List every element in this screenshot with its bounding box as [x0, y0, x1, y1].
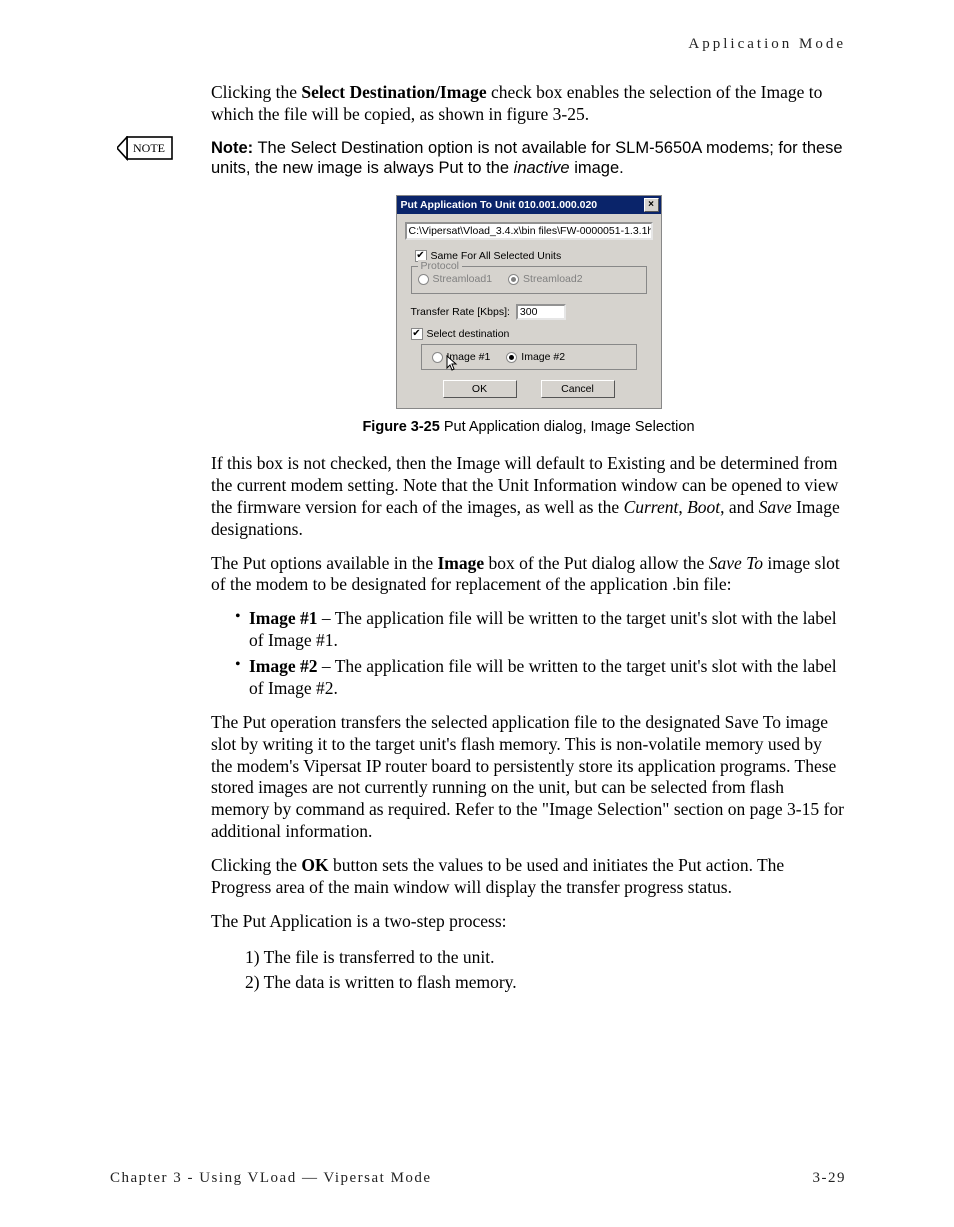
- protocol-legend: Protocol: [418, 260, 463, 272]
- text: ,: [678, 497, 687, 517]
- bullet-icon: •: [235, 608, 249, 652]
- list-item: • Image #1 – The application file will b…: [235, 608, 846, 652]
- text: Clicking the: [211, 82, 301, 102]
- paragraph: The Put operation transfers the selected…: [211, 712, 846, 843]
- note-flag-text: NOTE: [133, 141, 165, 155]
- put-application-dialog: Put Application To Unit 010.001.000.020 …: [396, 195, 662, 409]
- close-icon[interactable]: ×: [644, 198, 659, 212]
- italic: Boot: [687, 497, 720, 517]
- note-italic: inactive: [514, 159, 570, 177]
- select-destination-label: Select destination: [427, 328, 510, 340]
- select-destination-checkbox[interactable]: ✔: [411, 328, 423, 340]
- streamload2-radio[interactable]: [508, 274, 519, 285]
- transfer-rate-label: Transfer Rate [Kbps]:: [411, 306, 510, 318]
- paragraph: If this box is not checked, then the Ima…: [211, 453, 846, 541]
- numbered-list: 1) The file is transferred to the unit. …: [245, 945, 846, 996]
- bullet-list: • Image #1 – The application file will b…: [235, 608, 846, 700]
- caption-number: Figure 3-25: [362, 419, 439, 435]
- bold: OK: [301, 855, 328, 875]
- paragraph: The Put options available in the Image b…: [211, 553, 846, 597]
- dialog-title: Put Application To Unit 010.001.000.020: [401, 199, 598, 211]
- bullet-icon: •: [235, 656, 249, 700]
- footer-page-number: 3-29: [813, 1170, 847, 1187]
- footer-left: Chapter 3 - Using VLoad — Vipersat Mode: [110, 1170, 432, 1187]
- figure-caption: Figure 3-25 Put Application dialog, Imag…: [211, 419, 846, 435]
- image1-label: Image #1: [447, 351, 491, 363]
- text: – The application file will be written t…: [249, 656, 837, 698]
- image-selection-group: Image #1 Image #2: [421, 344, 637, 370]
- note-flag-icon: NOTE: [117, 136, 173, 172]
- text: box of the Put dialog allow the: [484, 553, 709, 573]
- note-label: Note:: [211, 139, 253, 157]
- bold: Image: [437, 553, 484, 573]
- streamload1-label: Streamload1: [433, 273, 493, 285]
- text: , and: [720, 497, 758, 517]
- transfer-rate-field[interactable]: 300: [516, 304, 566, 320]
- text: Clicking the: [211, 855, 301, 875]
- image2-label: Image #2: [521, 351, 565, 363]
- image2-radio[interactable]: [506, 352, 517, 363]
- list-item: • Image #2 – The application file will b…: [235, 656, 846, 700]
- paragraph: The Put Application is a two-step proces…: [211, 911, 846, 933]
- text: The Put options available in the: [211, 553, 437, 573]
- list-item: 1) The file is transferred to the unit.: [245, 945, 846, 970]
- bold: Image #2: [249, 656, 318, 676]
- bold: Image #1: [249, 608, 318, 628]
- ok-button[interactable]: OK: [443, 380, 517, 398]
- caption-text: Put Application dialog, Image Selection: [440, 419, 695, 435]
- italic: Save: [759, 497, 792, 517]
- italic: Current: [624, 497, 679, 517]
- paragraph: Clicking the OK button sets the values t…: [211, 855, 846, 899]
- running-header: Application Mode: [688, 36, 846, 53]
- protocol-group: Protocol Streamload1 Streamload2: [411, 266, 647, 294]
- cancel-button[interactable]: Cancel: [541, 380, 615, 398]
- image1-radio[interactable]: [432, 352, 443, 363]
- italic: Save To: [709, 553, 763, 573]
- dialog-titlebar: Put Application To Unit 010.001.000.020 …: [397, 196, 661, 214]
- file-path-field[interactable]: C:\Vipersat\Vload_3.4.x\bin files\FW-000…: [405, 222, 653, 240]
- note-block: NOTE Note: The Select Destination option…: [211, 138, 846, 179]
- streamload1-radio[interactable]: [418, 274, 429, 285]
- list-item: 2) The data is written to flash memory.: [245, 970, 846, 995]
- note-text-post: image.: [570, 159, 624, 177]
- intro-paragraph: Clicking the Select Destination/Image ch…: [211, 82, 846, 126]
- streamload2-label: Streamload2: [523, 273, 583, 285]
- bold-phrase: Select Destination/Image: [301, 82, 486, 102]
- text: – The application file will be written t…: [249, 608, 837, 650]
